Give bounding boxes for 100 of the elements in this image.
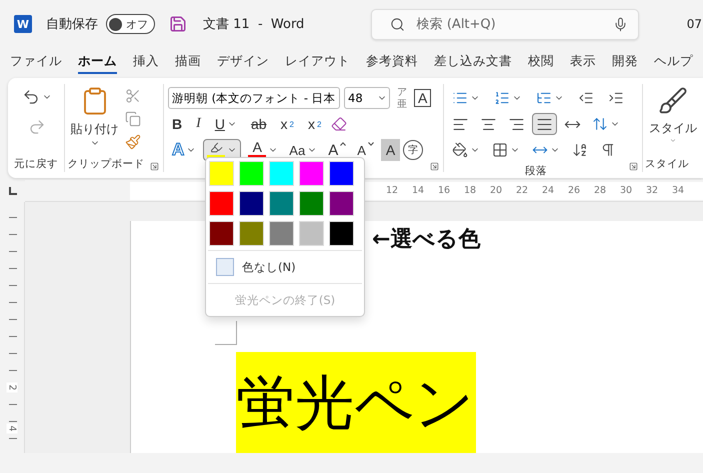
- group-label: 元に戻す: [12, 157, 59, 172]
- paste-button[interactable]: 貼り付け: [66, 118, 123, 152]
- increase-indent-icon: [608, 90, 624, 106]
- empty-swatch-icon: [216, 258, 234, 276]
- sort-icon: [572, 142, 588, 158]
- word-logo: W: [14, 15, 32, 33]
- format-painter-icon: [124, 134, 141, 150]
- autosave-toggle[interactable]: オフ: [106, 14, 155, 34]
- text-effect-button[interactable]: A: [168, 139, 200, 161]
- phonetic-guide-button[interactable]: ア 亜: [394, 87, 410, 109]
- search-field[interactable]: 検索 (Alt+Q): [370, 8, 639, 40]
- scissors-icon: [124, 88, 141, 104]
- menu-tab[interactable]: デザイン: [217, 50, 269, 74]
- styles-button[interactable]: スタイル: [645, 117, 701, 147]
- format-button[interactable]: B: [168, 113, 186, 135]
- color-swatch[interactable]: [239, 221, 264, 246]
- search-icon: [390, 16, 405, 32]
- format-button[interactable]: ab: [246, 113, 271, 135]
- redo-icon: [28, 118, 46, 136]
- decrease-indent-icon: [578, 90, 594, 106]
- character-shading-button[interactable]: A: [380, 139, 400, 161]
- shrink-font-button[interactable]: A: [353, 139, 378, 161]
- color-swatch[interactable]: [209, 221, 234, 246]
- line-spacing-icon: [592, 116, 608, 132]
- color-swatch[interactable]: [329, 161, 354, 186]
- alignment-button[interactable]: [532, 113, 558, 135]
- menu-tab[interactable]: 表示: [570, 50, 596, 74]
- multilevel-list-icon: [536, 90, 552, 106]
- styles-icon: [658, 86, 688, 116]
- ruler-number: 22: [514, 185, 530, 196]
- menu-tab[interactable]: ホーム: [78, 50, 117, 74]
- numbered-list-icon: [494, 90, 510, 106]
- enclose-character-button[interactable]: 字: [403, 140, 424, 160]
- ruler-number: 12: [384, 185, 400, 196]
- color-swatch[interactable]: [269, 191, 294, 216]
- group-label: スタイル: [644, 157, 690, 172]
- font-name-field[interactable]: 游明朝 (本文のフォント - 日本: [168, 87, 340, 109]
- ruler-number: 16: [436, 185, 452, 196]
- tab-stop-icon[interactable]: [8, 187, 16, 195]
- ruler-number: 30: [618, 185, 634, 196]
- dialog-launcher-icon: [430, 162, 440, 171]
- color-swatch[interactable]: [239, 191, 264, 216]
- color-swatch[interactable]: [299, 191, 324, 216]
- menu-tab[interactable]: 開発: [612, 50, 638, 74]
- chevron-icon: [668, 137, 678, 144]
- color-swatch[interactable]: [269, 221, 294, 246]
- menu-tab[interactable]: ヘルプ: [654, 50, 693, 74]
- color-swatch[interactable]: [209, 191, 234, 216]
- menu-tab[interactable]: 参考資料: [366, 50, 418, 74]
- paint-bucket-icon: [452, 142, 468, 158]
- caret-up-icon: [340, 142, 346, 146]
- color-swatch[interactable]: [299, 221, 324, 246]
- ruler-number: 4: [6, 423, 18, 434]
- color-swatch[interactable]: [329, 191, 354, 216]
- character-border-button[interactable]: A: [414, 89, 432, 107]
- highlighted-text: 蛍光ペン: [236, 352, 476, 453]
- dialog-launcher-icon: [150, 162, 160, 171]
- menu-tab[interactable]: 差し込み文書: [434, 50, 512, 74]
- ruler-number: 18: [462, 185, 478, 196]
- ruler-number: 14: [410, 185, 426, 196]
- margin-corner-mark: [215, 321, 237, 345]
- caret-down-icon: [368, 142, 374, 146]
- copy-icon: [124, 111, 141, 127]
- color-swatch[interactable]: [329, 221, 354, 246]
- color-swatch[interactable]: [239, 161, 264, 186]
- autosave-label: 自動保存: [46, 16, 98, 33]
- group-label: 段落: [524, 164, 548, 178]
- ruler-number: 26: [566, 185, 582, 196]
- borders-icon: [492, 142, 508, 158]
- ruler-number: 34: [670, 185, 686, 196]
- change-case-button[interactable]: Aa: [285, 139, 322, 161]
- ruler-number: 2: [6, 382, 18, 393]
- highlighter-icon: [210, 141, 223, 154]
- color-swatch[interactable]: [269, 161, 294, 186]
- ruler-number: 28: [592, 185, 608, 196]
- ruler-number: 32: [644, 185, 660, 196]
- format-button[interactable]: U: [210, 113, 241, 135]
- no-color-label: 色なし(N): [242, 260, 296, 274]
- font-size-field[interactable]: 48: [344, 87, 390, 109]
- format-button[interactable]: x$^{2}$: [304, 113, 326, 135]
- dialog-launcher-icon: [629, 162, 638, 171]
- save-icon[interactable]: [169, 15, 187, 33]
- window-title: 文書 11 - Word: [203, 16, 304, 33]
- menu-tab[interactable]: 校閲: [528, 50, 554, 74]
- grow-font-button[interactable]: A: [324, 139, 350, 161]
- annotation-text: ←選べる色: [372, 226, 480, 254]
- color-swatch[interactable]: [299, 161, 324, 186]
- format-button[interactable]: I: [192, 113, 205, 135]
- menu-tab[interactable]: ファイル: [10, 50, 62, 74]
- menu-tab[interactable]: レイアウト: [285, 50, 350, 74]
- ruler-number: 24: [540, 185, 556, 196]
- ruler-number: 20: [488, 185, 504, 196]
- clipped-text: 07: [686, 17, 702, 31]
- undo-icon: [22, 88, 40, 106]
- microphone-icon: [612, 16, 628, 32]
- color-swatch[interactable]: [209, 161, 234, 186]
- group-label: クリップボード: [68, 157, 145, 172]
- menu-tab[interactable]: 描画: [175, 50, 201, 74]
- menu-tab[interactable]: 挿入: [133, 50, 159, 74]
- no-color-item[interactable]: 色なし(N): [206, 255, 364, 279]
